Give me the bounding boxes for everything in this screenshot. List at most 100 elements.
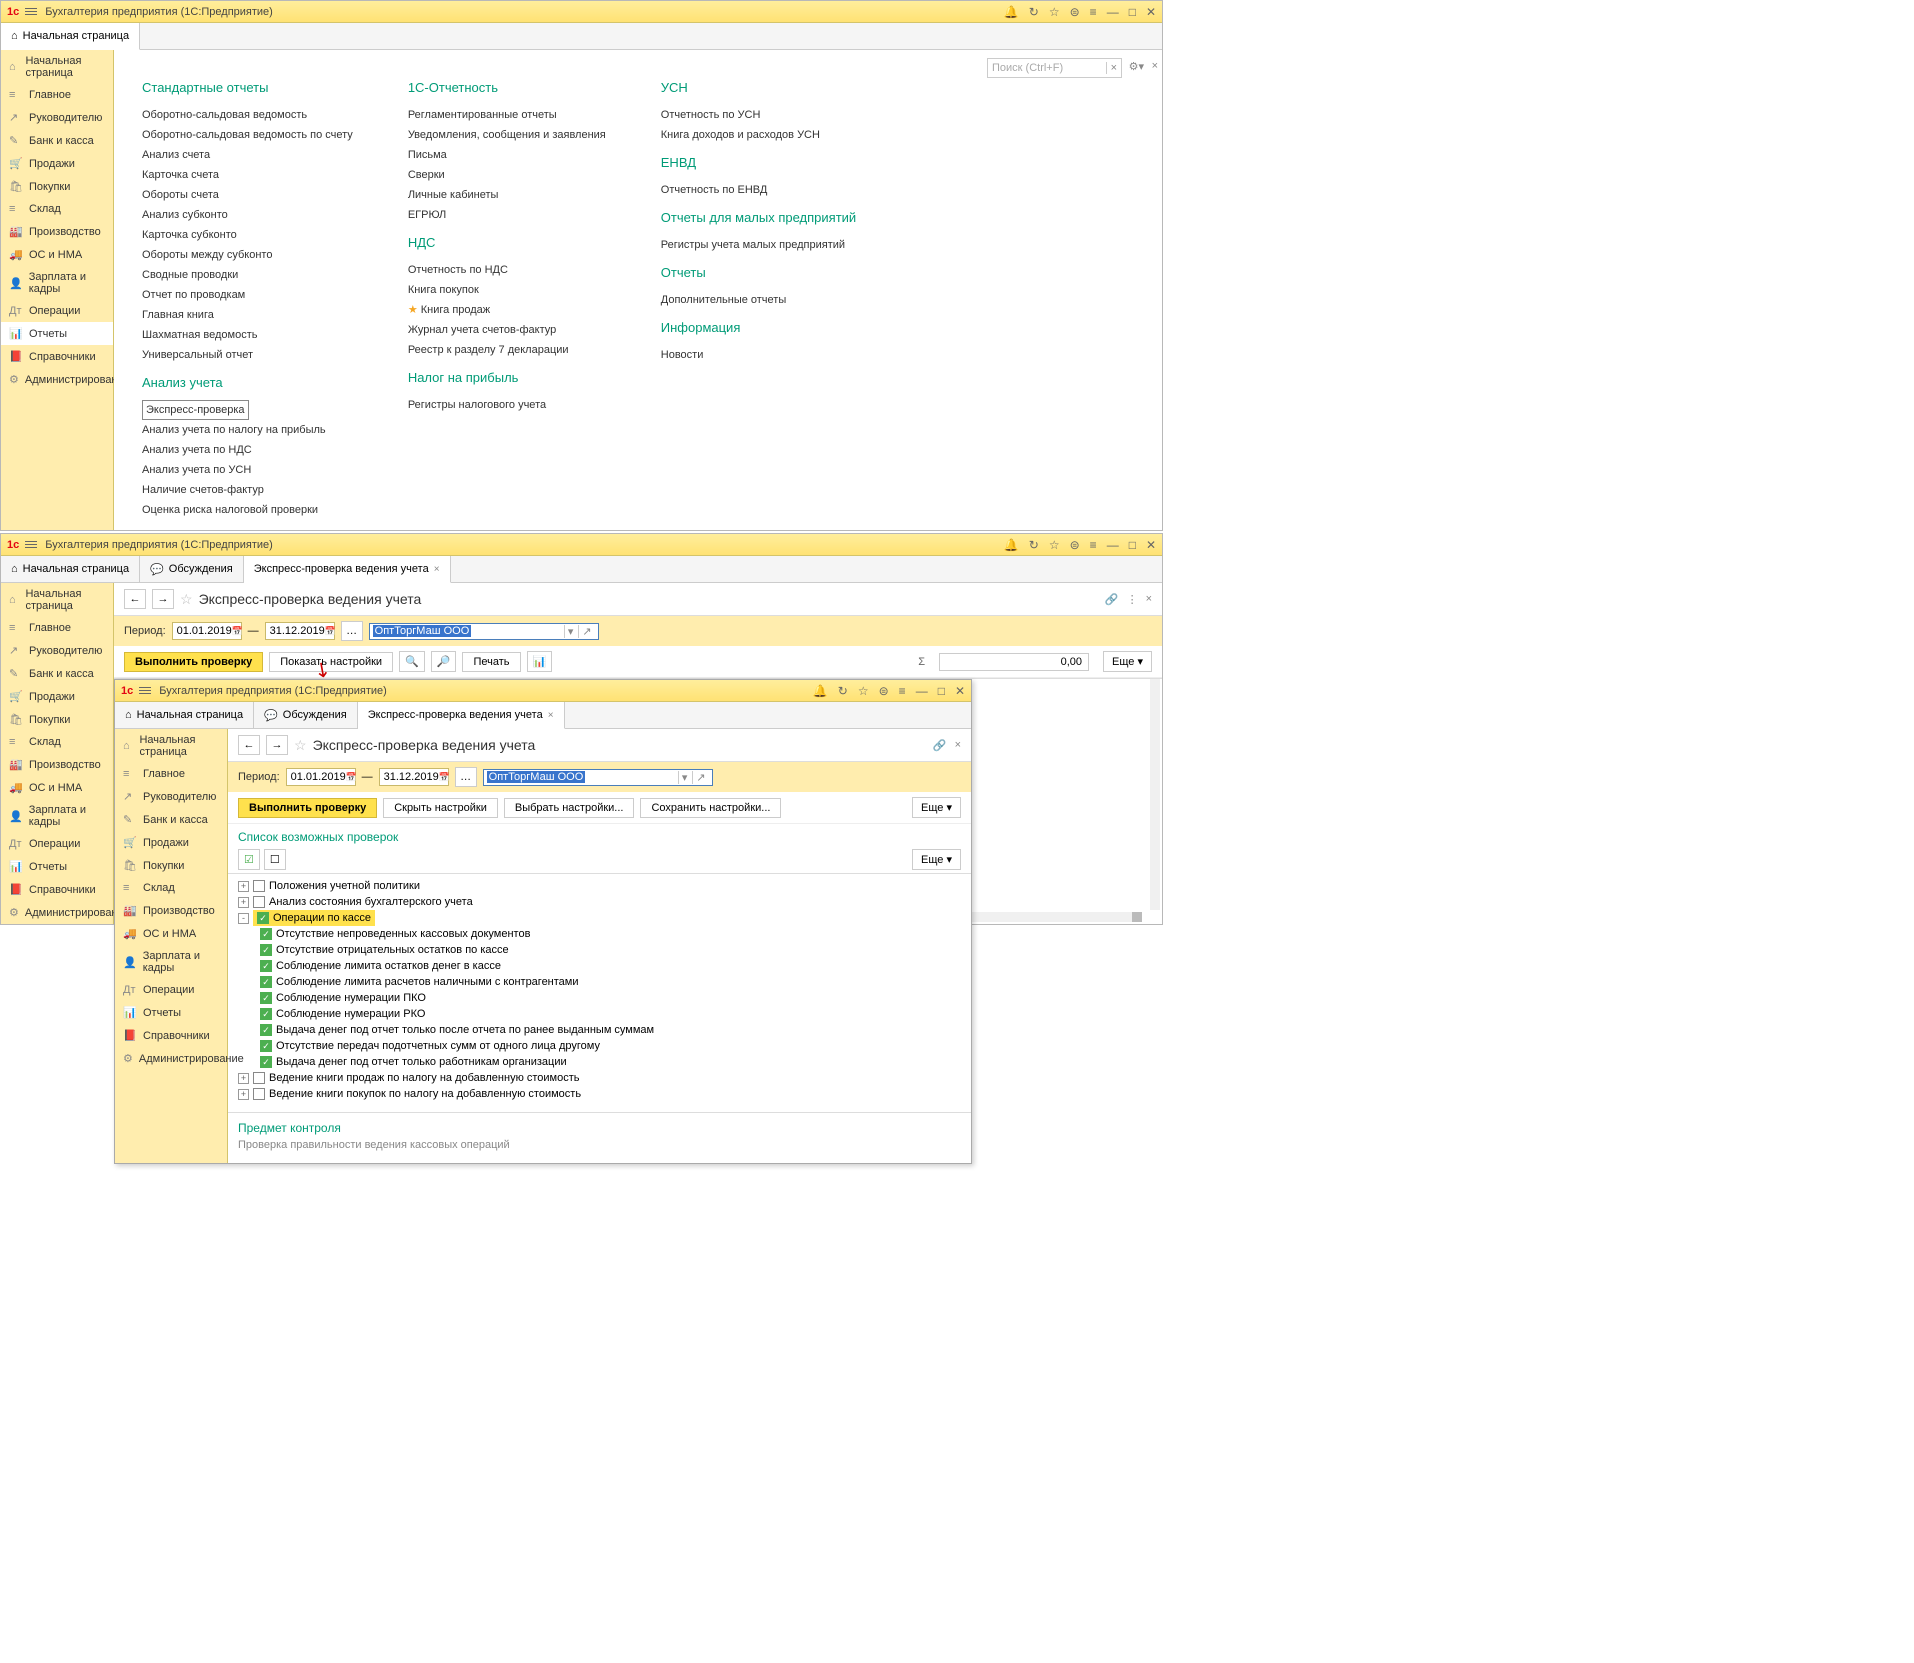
star-icon[interactable]: ☆ bbox=[1049, 538, 1060, 552]
maximize-icon[interactable]: □ bbox=[938, 684, 945, 698]
tab[interactable]: ⌂Начальная страница bbox=[115, 702, 254, 728]
date-to-input[interactable]: 31.12.2019📅 bbox=[379, 768, 449, 786]
search-input[interactable]: Поиск (Ctrl+F)× bbox=[987, 58, 1122, 78]
sidebar-item[interactable]: ≡Главное bbox=[115, 763, 227, 785]
sidebar-item[interactable]: 🛍Покупки bbox=[115, 854, 227, 877]
star-icon[interactable]: ☆ bbox=[858, 684, 869, 698]
sidebar-item[interactable]: 🚚ОС и НМА bbox=[115, 922, 227, 945]
report-link[interactable]: Анализ учета по налогу на прибыль bbox=[142, 420, 353, 440]
sidebar-item[interactable]: 📊Отчеты bbox=[115, 1001, 227, 1024]
organization-input[interactable]: ОптТоргМаш ООО▾↗ bbox=[483, 769, 713, 786]
close-icon[interactable]: ✕ bbox=[1146, 538, 1156, 552]
history-icon[interactable]: ↻ bbox=[838, 684, 848, 698]
star-icon[interactable]: ☆ bbox=[1049, 5, 1060, 19]
maximize-icon[interactable]: □ bbox=[1129, 5, 1136, 19]
sum-field[interactable]: 0,00 bbox=[939, 653, 1089, 671]
expander-icon[interactable]: + bbox=[238, 881, 249, 892]
sidebar-item[interactable]: 🛒Продажи bbox=[1, 685, 113, 708]
sidebar-item[interactable]: 🏭Производство bbox=[1, 753, 113, 776]
run-check-button[interactable]: Выполнить проверку bbox=[238, 798, 377, 818]
checkbox[interactable]: ✓ bbox=[260, 1008, 272, 1020]
sidebar-item[interactable]: ≡Склад bbox=[115, 877, 227, 899]
sidebar-item[interactable]: 🛍Покупки bbox=[1, 708, 113, 731]
sidebar-item[interactable]: ✎Банк и касса bbox=[1, 129, 113, 152]
checkbox[interactable]: ✓ bbox=[260, 944, 272, 956]
sidebar-item[interactable]: 🚚ОС и НМА bbox=[1, 243, 113, 266]
filter-icon[interactable]: ≡ bbox=[1090, 538, 1097, 552]
tab[interactable]: Экспресс-проверка ведения учета× bbox=[358, 702, 565, 729]
close-icon[interactable]: ✕ bbox=[1146, 5, 1156, 19]
checkbox[interactable] bbox=[253, 880, 265, 892]
check-item[interactable]: +Положения учетной политики bbox=[238, 878, 961, 894]
favorite-icon[interactable]: ☆ bbox=[294, 737, 307, 754]
tab[interactable]: 💬Обсуждения bbox=[140, 556, 244, 582]
report-link[interactable]: Анализ учета по УСН bbox=[142, 460, 353, 480]
report-link[interactable]: Анализ учета по НДС bbox=[142, 440, 353, 460]
organization-input[interactable]: ОптТоргМаш ООО▾↗ bbox=[369, 623, 599, 640]
check-all-button[interactable]: ☑ bbox=[238, 849, 260, 870]
report-link[interactable]: Новости bbox=[661, 345, 856, 365]
expander-icon[interactable]: + bbox=[238, 1089, 249, 1100]
report-link[interactable]: Экспресс-проверка bbox=[142, 400, 249, 420]
sidebar-item[interactable]: ✎Банк и касса bbox=[1, 662, 113, 685]
sidebar-item[interactable]: 👤Зарплата и кадры bbox=[1, 799, 113, 833]
report-link[interactable]: Уведомления, сообщения и заявления bbox=[408, 125, 606, 145]
sidebar-item[interactable]: ⌂Начальная страница bbox=[115, 729, 227, 763]
choose-settings-button[interactable]: Выбрать настройки... bbox=[504, 798, 635, 818]
link-icon[interactable]: 🔗 bbox=[1105, 593, 1119, 606]
report-link[interactable]: Письма bbox=[408, 145, 606, 165]
search-button[interactable]: 🔍 bbox=[399, 651, 425, 672]
more-button[interactable]: Еще ▾ bbox=[912, 849, 961, 870]
sidebar-item[interactable]: ⚙Администрирование bbox=[1, 901, 113, 924]
close-icon[interactable]: × bbox=[955, 739, 961, 752]
checkbox[interactable]: ✓ bbox=[260, 928, 272, 940]
minimize-icon[interactable]: — bbox=[1107, 5, 1119, 19]
sidebar-item[interactable]: 📕Справочники bbox=[1, 345, 113, 368]
print-button[interactable]: Печать bbox=[462, 652, 520, 672]
sidebar-item[interactable]: 📊Отчеты bbox=[1, 855, 113, 878]
minimize-icon[interactable]: — bbox=[1107, 538, 1119, 552]
tab-home[interactable]: ⌂Начальная страница bbox=[1, 23, 140, 50]
report-link[interactable]: Личные кабинеты bbox=[408, 185, 606, 205]
menu-icon[interactable] bbox=[25, 541, 37, 548]
back-button[interactable]: ← bbox=[238, 735, 260, 755]
more-button[interactable]: Еще ▾ bbox=[1103, 651, 1152, 672]
hide-settings-button[interactable]: Скрыть настройки bbox=[383, 798, 498, 818]
close-icon[interactable]: × bbox=[548, 710, 554, 721]
forward-button[interactable]: → bbox=[152, 589, 174, 609]
expander-icon[interactable]: + bbox=[238, 897, 249, 908]
sidebar-item[interactable]: ↗Руководителю bbox=[115, 785, 227, 808]
more-icon[interactable]: ⋮ bbox=[1127, 593, 1138, 606]
run-check-button[interactable]: Выполнить проверку bbox=[124, 652, 263, 672]
report-link[interactable]: Книга покупок bbox=[408, 280, 606, 300]
report-link[interactable]: Карточка счета bbox=[142, 165, 353, 185]
sidebar-item[interactable]: 🚚ОС и НМА bbox=[1, 776, 113, 799]
checkbox[interactable]: ✓ bbox=[260, 1040, 272, 1052]
checkbox[interactable]: ✓ bbox=[260, 976, 272, 988]
report-link[interactable]: Универсальный отчет bbox=[142, 345, 353, 365]
expander-icon[interactable]: + bbox=[238, 1073, 249, 1084]
date-from-input[interactable]: 01.01.2019📅 bbox=[286, 768, 356, 786]
bell-icon[interactable]: 🔔 bbox=[1004, 538, 1019, 552]
check-item[interactable]: ✓Выдача денег под отчет только после отч… bbox=[238, 1022, 961, 1038]
report-link[interactable]: Оборотно-сальдовая ведомость bbox=[142, 105, 353, 125]
report-link[interactable]: Анализ субконто bbox=[142, 205, 353, 225]
check-item[interactable]: ✓Соблюдение нумерации РКО bbox=[238, 1006, 961, 1022]
check-item[interactable]: +Анализ состояния бухгалтерского учета bbox=[238, 894, 961, 910]
period-picker-button[interactable]: … bbox=[455, 767, 477, 787]
save-settings-button[interactable]: Сохранить настройки... bbox=[640, 798, 781, 818]
date-from-input[interactable]: 01.01.2019📅 bbox=[172, 622, 242, 640]
report-link[interactable]: Карточка субконто bbox=[142, 225, 353, 245]
sidebar-item[interactable]: ≡Склад bbox=[1, 731, 113, 753]
checkbox[interactable] bbox=[253, 896, 265, 908]
zoom-button[interactable]: 🔎 bbox=[431, 651, 457, 672]
report-link[interactable]: Отчетность по УСН bbox=[661, 105, 856, 125]
report-link[interactable]: Регламентированные отчеты bbox=[408, 105, 606, 125]
period-picker-button[interactable]: … bbox=[341, 621, 363, 641]
close-icon[interactable]: × bbox=[1146, 593, 1152, 606]
checkbox[interactable]: ✓ bbox=[257, 912, 269, 924]
report-link[interactable]: Шахматная ведомость bbox=[142, 325, 353, 345]
show-settings-button[interactable]: Показать настройки bbox=[269, 652, 393, 672]
report-link[interactable]: Оценка риска налоговой проверки bbox=[142, 500, 353, 520]
tab[interactable]: ⌂Начальная страница bbox=[1, 556, 140, 582]
